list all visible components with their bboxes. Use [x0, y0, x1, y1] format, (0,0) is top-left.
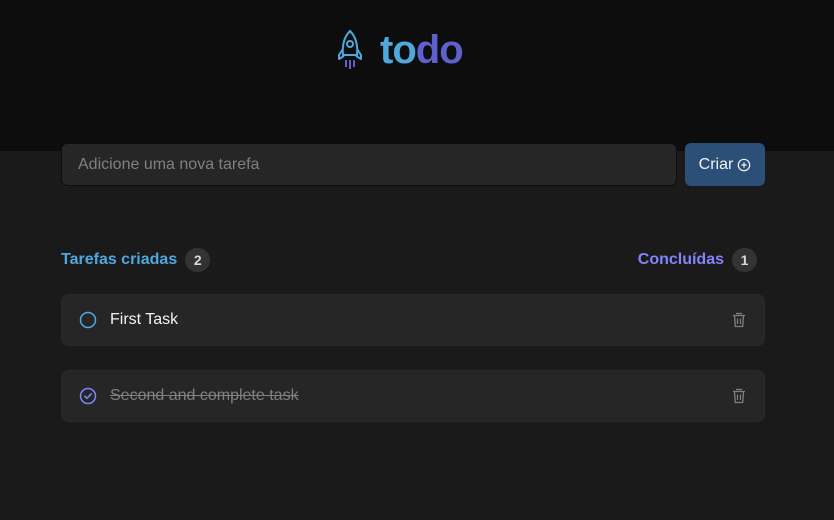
new-task-form: Criar	[61, 143, 765, 186]
done-count-badge: 1	[732, 248, 757, 272]
plus-circle-icon	[737, 158, 751, 172]
created-count-badge: 2	[185, 248, 211, 272]
task-text: First Task	[110, 311, 179, 328]
check-circle-icon[interactable]	[78, 386, 98, 406]
rocket-icon	[336, 29, 364, 71]
done-counter: Concluídas 1	[638, 248, 757, 272]
created-counter: Tarefas criadas 2	[61, 248, 211, 272]
trash-icon[interactable]	[730, 387, 748, 405]
create-button-label: Criar	[698, 155, 734, 173]
task-counters: Tarefas criadas 2 Concluídas 1	[61, 248, 757, 272]
new-task-input[interactable]	[61, 143, 677, 186]
logo: todo	[336, 28, 464, 72]
task-item: Second and complete task	[61, 370, 765, 422]
create-button[interactable]: Criar	[685, 143, 765, 186]
circle-icon[interactable]	[78, 310, 98, 330]
task-text: Second and complete task	[110, 387, 299, 404]
task-item: First Task	[61, 294, 765, 346]
trash-icon[interactable]	[730, 311, 748, 329]
task-list: First Task Second and complete task	[61, 294, 765, 446]
logo-text-do: do	[415, 28, 464, 72]
created-label: Tarefas criadas	[61, 251, 178, 268]
header: todo	[0, 0, 834, 151]
logo-text-to: to	[380, 28, 417, 72]
done-label: Concluídas	[637, 251, 724, 268]
logo-text: todo	[380, 28, 464, 72]
